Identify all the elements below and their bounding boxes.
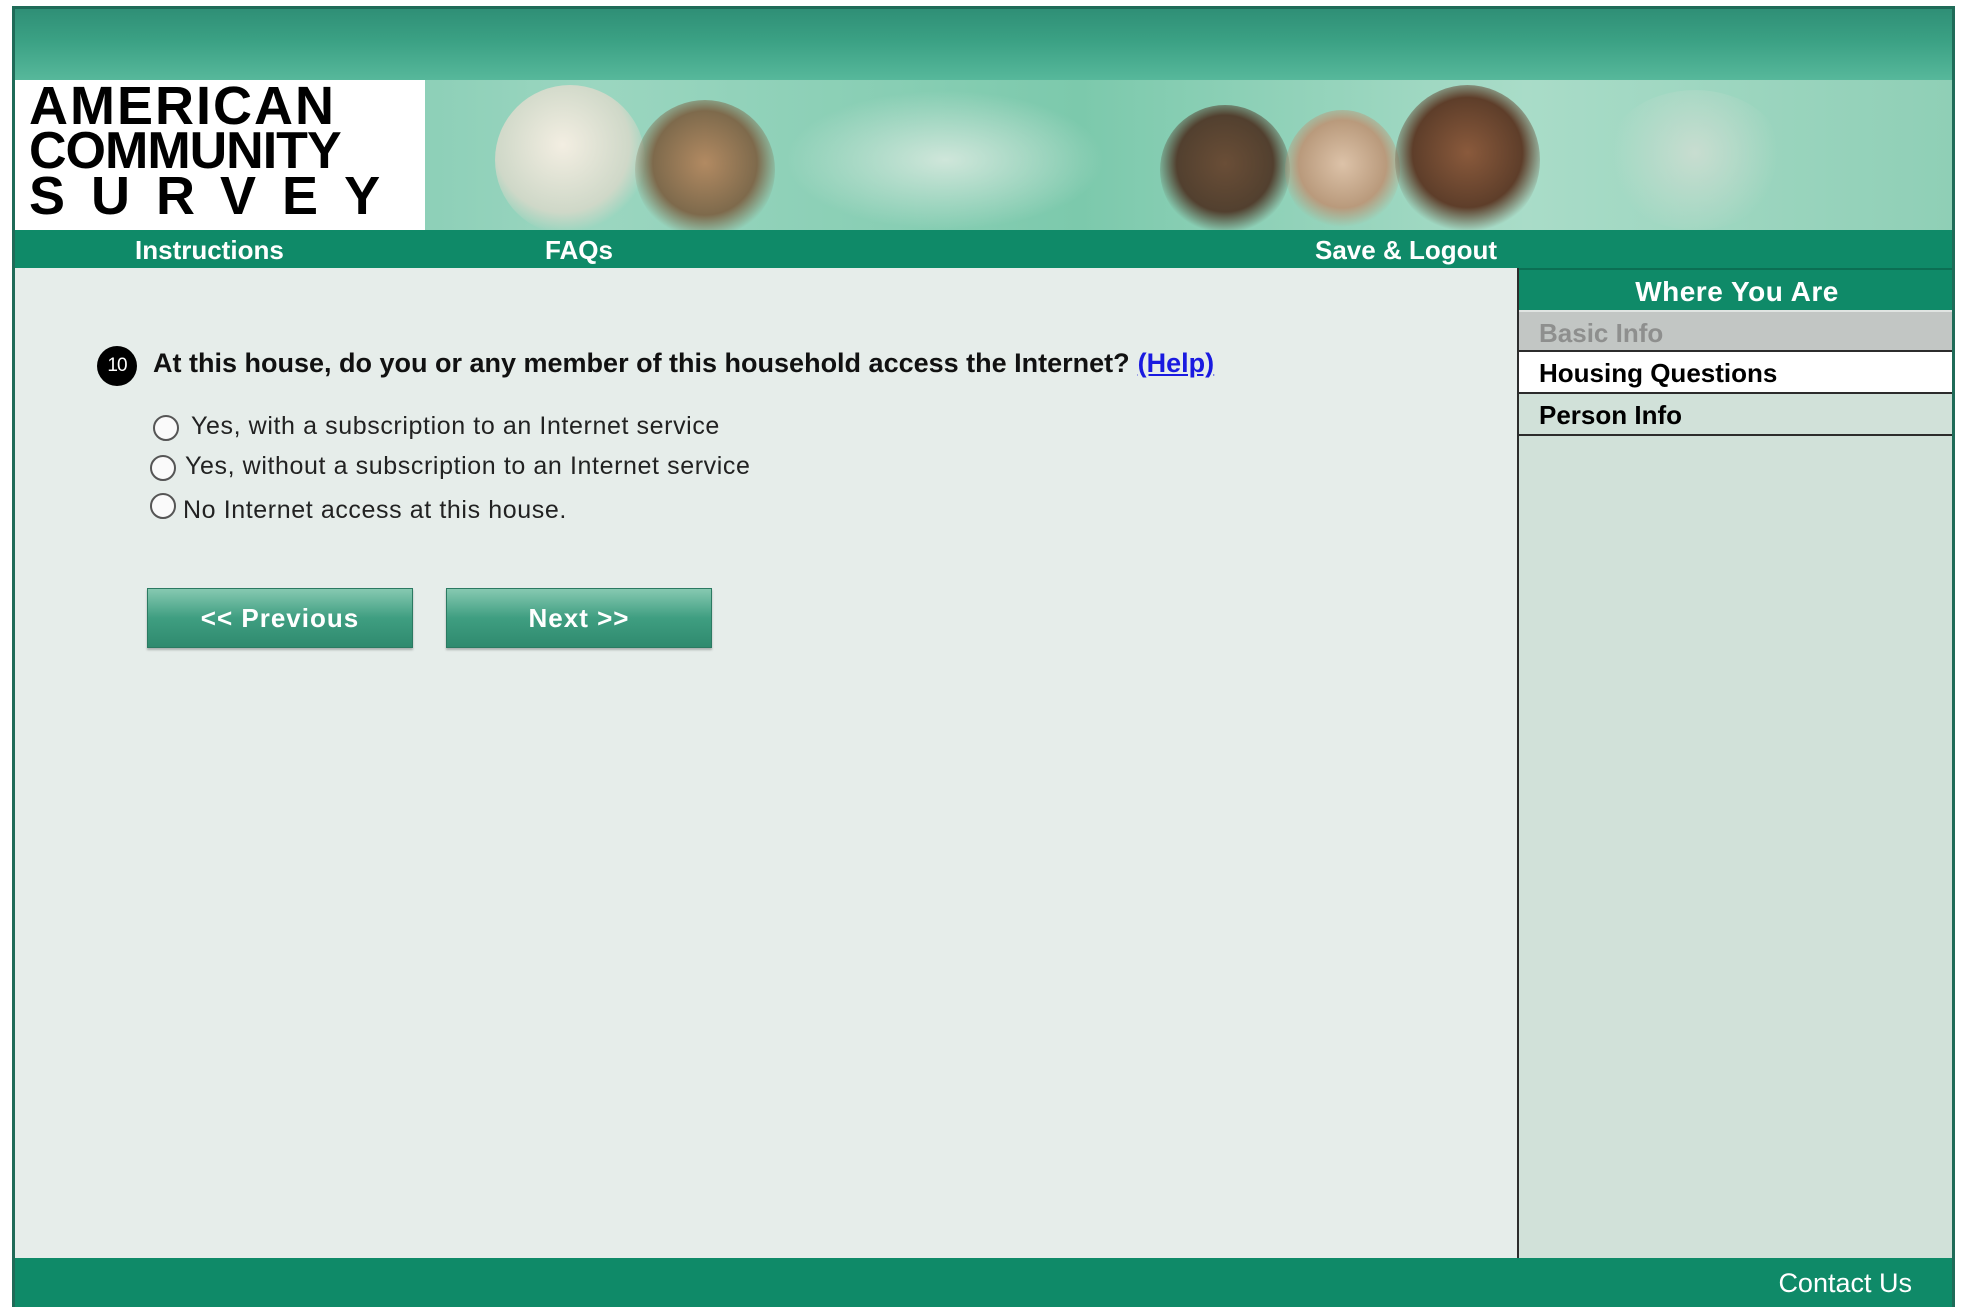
- option-label: Yes, with a subscription to an Internet …: [191, 412, 720, 440]
- banner-photo: [1160, 105, 1290, 230]
- nav-instructions[interactable]: Instructions: [135, 230, 284, 268]
- option-label: Yes, without a subscription to an Intern…: [185, 452, 751, 480]
- sidebar-header: Where You Are: [1519, 268, 1952, 310]
- banner-photo: [635, 100, 775, 230]
- top-band: [15, 9, 1952, 80]
- where-you-are-panel: Where You Are Basic Info Housing Questio…: [1517, 268, 1952, 1258]
- question-number-badge: 10: [97, 346, 137, 386]
- next-button[interactable]: Next >>: [446, 588, 712, 648]
- help-link[interactable]: (Help): [1138, 348, 1215, 378]
- option-label: No Internet access at this house.: [183, 496, 567, 524]
- question: 10 At this house, do you or any member o…: [97, 344, 1297, 386]
- previous-button[interactable]: << Previous: [147, 588, 413, 648]
- nav-faqs[interactable]: FAQs: [545, 230, 613, 268]
- sidebar-item-person-info[interactable]: Person Info: [1519, 394, 1952, 436]
- sidebar-item-housing-questions[interactable]: Housing Questions: [1519, 352, 1952, 394]
- top-nav: Instructions FAQs Save & Logout: [15, 230, 1952, 268]
- logo-line-3: SURVEY: [29, 166, 407, 226]
- question-label: At this house, do you or any member of t…: [153, 348, 1130, 378]
- sidebar-item-basic-info: Basic Info: [1519, 310, 1952, 352]
- page-frame: AMERICAN COMMUNITY SURVEY Instructions F…: [12, 6, 1955, 1307]
- radio-button[interactable]: [153, 415, 179, 441]
- banner-photo: [1395, 85, 1540, 230]
- radio-button[interactable]: [150, 493, 176, 519]
- header-banner: AMERICAN COMMUNITY SURVEY: [15, 80, 1952, 230]
- contact-us-link[interactable]: Contact Us: [1778, 1268, 1912, 1299]
- question-text: At this house, do you or any member of t…: [153, 348, 1214, 379]
- banner-photo: [1605, 90, 1785, 230]
- acs-logo: AMERICAN COMMUNITY SURVEY: [15, 80, 425, 230]
- banner-photo: [785, 90, 1105, 230]
- banner-photo: [1285, 110, 1400, 230]
- footer: Contact Us: [15, 1258, 1952, 1307]
- nav-save-logout[interactable]: Save & Logout: [1315, 230, 1497, 268]
- radio-button[interactable]: [150, 455, 176, 481]
- main-content: 10 At this house, do you or any member o…: [15, 268, 1517, 1258]
- banner-photo: [495, 85, 645, 230]
